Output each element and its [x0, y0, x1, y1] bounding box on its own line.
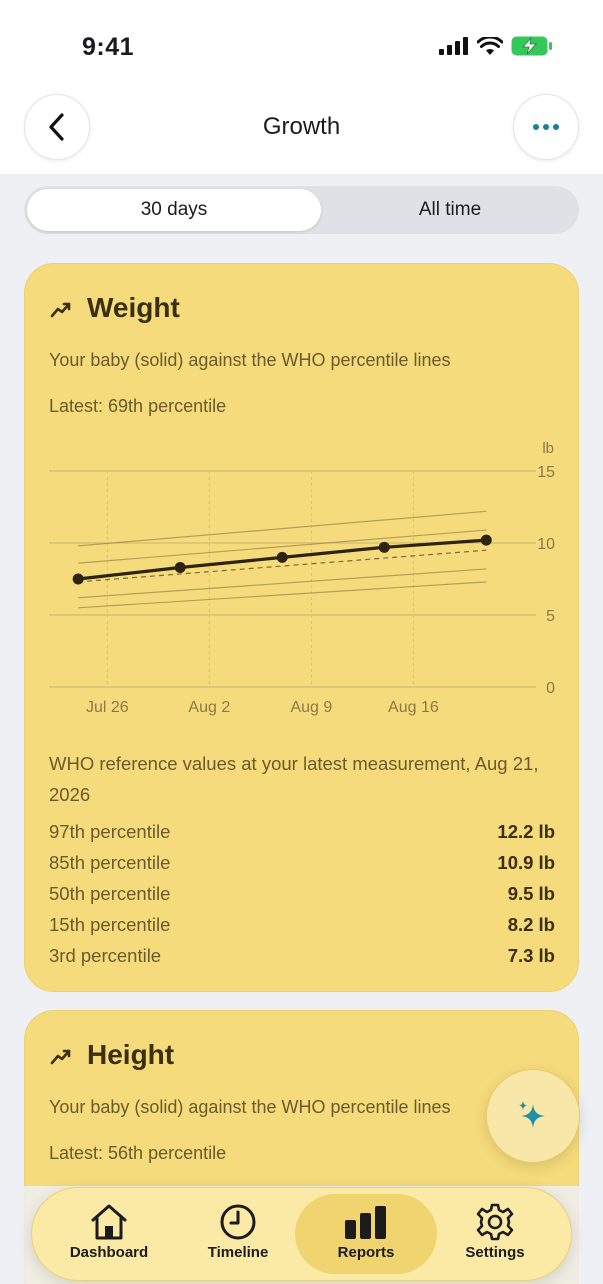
ellipsis-icon: [533, 124, 559, 130]
percentile-reference-line: [78, 510, 487, 547]
baby-weight-point: [276, 551, 288, 563]
navigation-header: Growth: [0, 86, 603, 174]
sparkles-icon: [519, 1101, 545, 1128]
reference-row: 50th percentile 9.5 lb: [49, 883, 555, 905]
reference-row: 3rd percentile 7.3 lb: [49, 945, 555, 967]
y-axis-unit-label: lb: [542, 440, 554, 457]
status-bar: 9:41: [0, 0, 603, 86]
gear-icon: [476, 1203, 514, 1241]
tab-timeline-label: Timeline: [207, 1244, 269, 1261]
tab-dashboard-label: Dashboard: [69, 1244, 149, 1261]
range-option-30-days[interactable]: 30 days: [27, 189, 321, 231]
tab-dashboard[interactable]: Dashboard: [38, 1194, 180, 1274]
percentile-reference-line: [78, 581, 487, 609]
reference-percentile-label: 97th percentile: [49, 821, 171, 842]
x-tick-label: Jul 26: [86, 699, 129, 716]
baby-weight-point: [378, 541, 390, 553]
status-time: 9:41: [82, 33, 135, 61]
height-card-description: Your baby (solid) against the WHO percen…: [49, 1097, 451, 1117]
trend-up-icon: [50, 1049, 71, 1065]
tab-reports[interactable]: Reports: [295, 1194, 437, 1274]
y-tick-label: 10: [537, 536, 555, 553]
y-tick-label: 15: [537, 464, 555, 481]
reference-percentile-label: 50th percentile: [49, 883, 171, 904]
reference-percentile-value: 10.9 lb: [497, 852, 555, 873]
range-toggle: 30 days All time: [24, 186, 579, 234]
y-tick-label: 0: [546, 680, 555, 697]
x-tick-label: Aug 9: [290, 699, 332, 716]
more-options-button[interactable]: [513, 94, 579, 160]
reference-percentile-value: 8.2 lb: [507, 914, 555, 935]
who-reference-heading: WHO reference values at your latest meas…: [49, 753, 539, 805]
tab-bar: Dashboard Timeline Reports Settings: [31, 1187, 572, 1281]
tab-settings-label: Settings: [465, 1244, 525, 1261]
clock-icon: [220, 1204, 256, 1240]
wifi-icon: [477, 36, 503, 55]
reference-row: 15th percentile 8.2 lb: [49, 914, 555, 936]
range-option-all-time[interactable]: All time: [324, 189, 576, 231]
reference-percentile-label: 15th percentile: [49, 914, 171, 935]
baby-weight-point: [480, 534, 492, 546]
height-latest-percentile: Latest: 56th percentile: [49, 1143, 227, 1163]
weight-chart: lb 0 5 10 15 Jul 26 Aug 2 Aug 9 Aug 16: [49, 440, 555, 716]
reference-percentile-value: 7.3 lb: [507, 945, 555, 966]
x-tick-label: Aug 2: [188, 699, 230, 716]
reference-percentile-value: 9.5 lb: [507, 883, 555, 904]
assistant-fab-button[interactable]: [486, 1069, 580, 1163]
y-tick-label: 5: [546, 608, 555, 625]
tab-reports-label: Reports: [337, 1244, 395, 1261]
x-tick-label: Aug 16: [388, 699, 439, 716]
reference-percentile-value: 12.2 lb: [497, 821, 555, 842]
height-card-title: Height: [87, 1039, 175, 1070]
reference-percentile-label: 85th percentile: [49, 852, 171, 873]
tab-settings[interactable]: Settings: [424, 1194, 566, 1274]
status-icons: [439, 36, 553, 56]
home-icon: [91, 1204, 127, 1240]
bar-chart-icon: [345, 1206, 386, 1239]
battery-charging-icon: [511, 36, 552, 56]
reference-row: 85th percentile 10.9 lb: [49, 852, 555, 874]
baby-weight-point: [174, 561, 186, 573]
baby-weight-point: [72, 573, 84, 585]
reference-row: 97th percentile 12.2 lb: [49, 821, 555, 843]
tab-timeline[interactable]: Timeline: [167, 1194, 309, 1274]
reference-percentile-label: 3rd percentile: [49, 945, 162, 966]
cellular-signal-icon: [439, 37, 468, 55]
weight-card[interactable]: Weight Your baby (solid) against the WHO…: [24, 263, 579, 992]
